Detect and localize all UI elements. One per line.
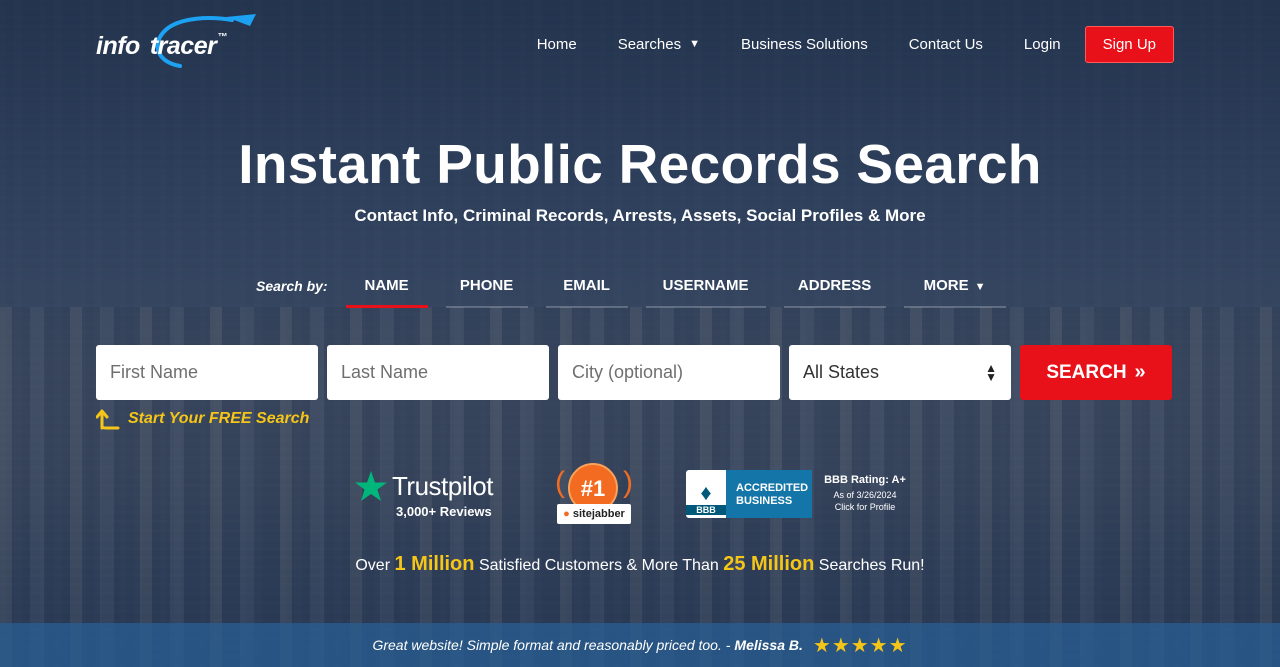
search-button[interactable]: SEARCH » <box>1020 345 1172 400</box>
bbb-rating-block: BBB Rating: A+ As of 3/26/2024 Click for… <box>820 474 910 518</box>
star-rating-icon: ★★★★★ <box>812 634 908 657</box>
logo-wordmark: info tracer™ <box>96 32 227 61</box>
nav-login[interactable]: Login <box>1024 36 1061 53</box>
logo-part-info: info <box>96 32 140 60</box>
logo-part-tracer: tracer <box>149 32 217 60</box>
bbb-mark-text: BBB <box>686 505 726 515</box>
site-header: info tracer™ Home Searches ▼ Business Sol… <box>0 0 1280 88</box>
tab-phone[interactable]: PHONE <box>445 268 528 308</box>
sitejabber-badge[interactable]: ( ) #1 ● sitejabber <box>555 460 633 528</box>
sitejabber-q-icon: ● <box>563 508 570 520</box>
sitejabber-name: sitejabber <box>572 508 625 520</box>
laurel-left-icon: ( <box>555 466 565 499</box>
chevron-down-icon: ▼ <box>689 38 700 50</box>
stats-customers: 1 Million <box>394 553 475 575</box>
stats-prefix: Over <box>355 557 391 574</box>
bbb-click-profile: Click for Profile <box>834 502 896 512</box>
testimonial-quote: Great website! Simple format and reasona… <box>372 637 731 653</box>
tab-address[interactable]: ADDRESS <box>783 268 886 308</box>
infotracer-logo[interactable]: info tracer™ <box>96 14 256 74</box>
search-form: All States ▲▼ SEARCH » <box>96 345 1172 400</box>
tab-more-label: MORE <box>923 277 969 294</box>
stats-line: Over 1 Million Satisfied Customers & Mor… <box>0 553 1280 576</box>
bbb-badge[interactable]: ♦ BBB ACCREDITED BUSINESS BBB Rating: A+… <box>686 470 910 518</box>
free-search-hint: Start Your FREE Search <box>96 408 309 430</box>
testimonial-author: Melissa B. <box>734 637 803 653</box>
stats-searches: 25 Million <box>723 553 815 575</box>
curved-arrow-up-icon <box>96 409 120 430</box>
trustpilot-star-icon <box>355 471 387 501</box>
last-name-input[interactable] <box>327 345 549 400</box>
free-search-text: Start Your FREE Search <box>128 410 310 427</box>
nav-contact-us[interactable]: Contact Us <box>909 36 983 53</box>
bbb-accredited-line1: ACCREDITED <box>736 482 809 494</box>
tab-email[interactable]: EMAIL <box>545 268 628 308</box>
select-arrows-icon: ▲ ▼ <box>985 360 997 384</box>
stats-middle: Satisfied Customers & More Than <box>478 557 719 574</box>
testimonial-bar: Great website! Simple format and reasona… <box>0 623 1280 667</box>
tab-username[interactable]: USERNAME <box>645 268 766 308</box>
bbb-date: As of 3/26/2024 <box>833 490 897 500</box>
double-chevron-right-icon: » <box>1134 361 1146 383</box>
bbb-logo: ♦ BBB <box>686 470 726 518</box>
tab-name[interactable]: NAME <box>345 268 428 308</box>
trust-badges: Trustpilot 3,000+ Reviews ( ) #1 ● sitej… <box>0 460 1280 530</box>
search-by-label: Search by: <box>256 278 328 294</box>
trustpilot-name: Trustpilot <box>392 470 493 501</box>
hero-subtitle: Contact Info, Criminal Records, Arrests,… <box>354 206 926 225</box>
stats-suffix: Searches Run! <box>818 557 925 574</box>
bbb-accredited: ACCREDITED BUSINESS <box>726 470 812 518</box>
logo-trademark: ™ <box>217 32 227 43</box>
search-button-label: SEARCH <box>1046 361 1127 383</box>
bbb-accredited-line2: BUSINESS <box>736 495 793 507</box>
state-select[interactable]: All States ▲ ▼ <box>789 345 1011 400</box>
main-nav: Home Searches ▼ Business Solutions Conta… <box>496 25 1174 63</box>
sitejabber-label: ● sitejabber <box>557 504 631 524</box>
city-input[interactable] <box>558 345 780 400</box>
hero-title: Instant Public Records Search <box>238 133 1042 195</box>
nav-home[interactable]: Home <box>537 36 577 53</box>
nav-business-solutions[interactable]: Business Solutions <box>741 36 868 53</box>
nav-searches[interactable]: Searches ▼ <box>618 36 700 53</box>
search-tabs: Search by: NAME PHONE EMAIL USERNAME ADD… <box>256 268 1024 308</box>
tab-more[interactable]: MORE ▼ <box>903 268 1006 308</box>
bbb-torch-icon: ♦ <box>700 480 712 505</box>
first-name-input[interactable] <box>96 345 318 400</box>
chevron-down-icon: ▼ <box>974 281 986 293</box>
signup-button[interactable]: Sign Up <box>1084 25 1174 63</box>
state-select-value: All States <box>803 362 880 382</box>
trustpilot-reviews: 3,000+ Reviews <box>396 504 492 519</box>
laurel-right-icon: ) <box>623 466 633 499</box>
trustpilot-badge[interactable]: Trustpilot 3,000+ Reviews <box>354 470 493 519</box>
nav-searches-label: Searches <box>617 35 682 53</box>
bbb-rating: BBB Rating: A+ <box>824 474 906 486</box>
